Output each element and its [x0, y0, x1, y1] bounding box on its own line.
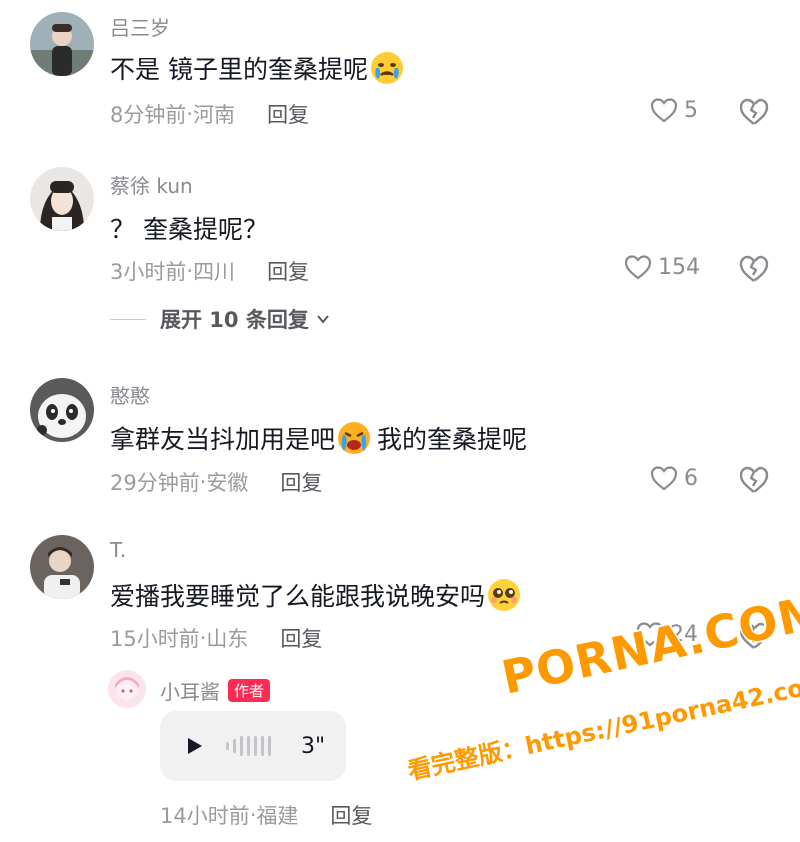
comment-text-content: 爱播我要睡觉了么能跟我说晚安吗	[110, 582, 486, 611]
meta-separator: ·	[249, 803, 257, 827]
avatar[interactable]	[30, 167, 94, 231]
comment-text: 爱播我要睡觉了么能跟我说晚安吗	[110, 577, 527, 613]
username[interactable]: 小耳酱	[160, 676, 220, 705]
meta-separator: ·	[186, 102, 194, 126]
crying-emoji-icon	[370, 51, 404, 85]
waveform	[226, 736, 271, 756]
comment-text-content: ？ 奎桑提呢？	[110, 215, 268, 244]
meta-separator: ·	[199, 626, 207, 650]
comment-time: 29分钟前	[110, 471, 200, 495]
reply-button[interactable]: 回复	[280, 623, 322, 653]
broken-heart-icon	[739, 255, 769, 282]
reply-author: 小耳酱 作者	[160, 676, 271, 705]
voice-message[interactable]: 3"	[160, 711, 346, 781]
heart-icon	[650, 466, 678, 491]
reply-button[interactable]: 回复	[280, 467, 322, 497]
username[interactable]: 蔡徐 kun	[110, 170, 193, 199]
dislike-button[interactable]	[738, 253, 770, 285]
reply-button[interactable]: 回复	[267, 99, 309, 129]
comment-text-content: 不是 镜子里的奎桑提呢	[110, 55, 368, 84]
author-badge: 作者	[228, 679, 271, 702]
comment-meta: 29分钟前 · 安徽 回复	[110, 467, 322, 497]
dislike-button[interactable]	[738, 464, 770, 496]
like-count: 6	[684, 465, 698, 491]
expand-replies-label: 展开 10 条回复	[160, 308, 309, 332]
dislike-button[interactable]	[738, 96, 770, 128]
comment-time: 15小时前	[110, 627, 200, 651]
username[interactable]: T.	[110, 538, 126, 562]
meta-separator: ·	[199, 470, 207, 494]
avatar[interactable]	[108, 670, 146, 708]
heart-icon	[624, 255, 652, 280]
comment-time: 3小时前	[110, 260, 187, 284]
chevron-down-icon	[317, 315, 329, 324]
comment-location: 山东	[206, 627, 249, 651]
meta-separator: ·	[186, 259, 194, 283]
heart-icon	[650, 98, 678, 123]
broken-heart-icon	[739, 98, 769, 125]
username[interactable]: 憨憨	[110, 380, 150, 409]
like-count: 154	[658, 254, 700, 280]
comment-meta: 3小时前 · 四川 回复	[110, 256, 309, 286]
loud-crying-emoji-icon	[337, 421, 371, 455]
comment-meta: 8分钟前 · 河南 回复	[110, 99, 309, 129]
avatar[interactable]	[30, 535, 94, 599]
comment-time: 14小时前	[160, 804, 250, 828]
voice-duration: 3"	[301, 733, 326, 759]
avatar[interactable]	[30, 12, 94, 76]
comment-location: 河南	[193, 103, 236, 127]
comment-location: 福建	[256, 804, 299, 828]
reply-button[interactable]: 回复	[267, 256, 309, 286]
pleading-emoji-icon	[487, 578, 521, 612]
divider	[110, 318, 146, 320]
reply-button[interactable]: 回复	[330, 800, 372, 830]
comment-location: 安徽	[206, 471, 249, 495]
comment-text: 不是 镜子里的奎桑提呢	[110, 50, 410, 86]
like-button[interactable]: 6	[650, 465, 698, 491]
broken-heart-icon	[739, 466, 769, 493]
comment-time: 8分钟前	[110, 103, 187, 127]
like-button[interactable]: 5	[650, 97, 698, 123]
comment-location: 四川	[193, 260, 236, 284]
like-count: 5	[684, 97, 698, 123]
like-button[interactable]: 154	[624, 254, 700, 280]
avatar[interactable]	[30, 378, 94, 442]
comment-text-before: 拿群友当抖加用是吧	[110, 425, 336, 454]
expand-replies-button[interactable]: 展开 10 条回复	[110, 304, 331, 334]
comment-text-after: 我的奎桑提呢	[377, 425, 528, 454]
comment-text: ？ 奎桑提呢？	[110, 210, 268, 246]
comment-meta: 15小时前 · 山东 回复	[110, 623, 322, 653]
comment-meta: 14小时前 · 福建 回复	[160, 800, 372, 830]
username[interactable]: 吕三岁	[110, 12, 170, 41]
play-icon[interactable]	[184, 736, 204, 756]
comment-text: 拿群友当抖加用是吧 我的奎桑提呢	[110, 420, 527, 456]
